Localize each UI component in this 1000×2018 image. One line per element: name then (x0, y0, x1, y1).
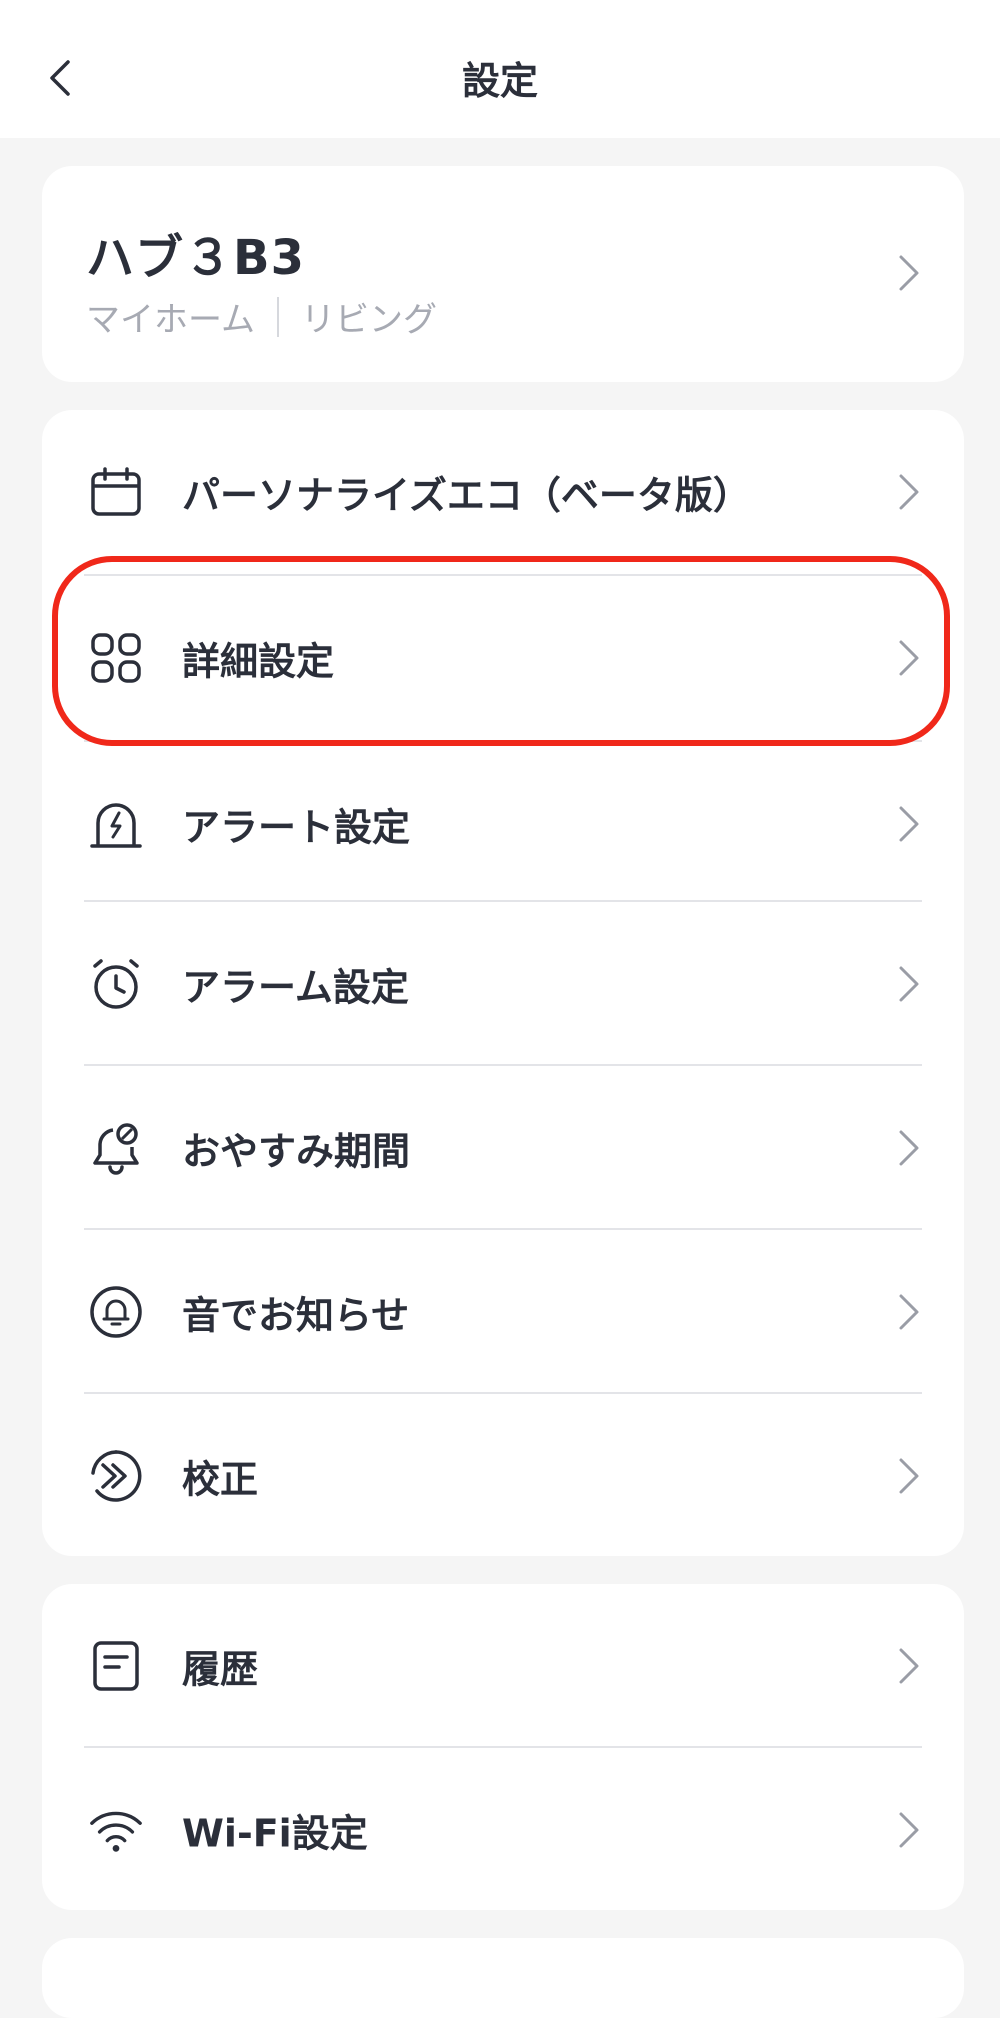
grid-icon (88, 630, 144, 686)
menu-item-wifi-settings[interactable]: Wi-Fi設定 (42, 1748, 964, 1910)
settings-menu-group-3 (42, 1938, 964, 2018)
calendar-icon (88, 464, 144, 520)
calibrate-icon (88, 1448, 144, 1504)
history-doc-icon (88, 1638, 144, 1694)
chevron-right-icon (899, 1812, 919, 1848)
device-home: マイホーム (86, 300, 255, 340)
chevron-right-icon (899, 1294, 919, 1330)
menu-item-label: おやすみ期間 (182, 1129, 411, 1174)
menu-item-label: 校正 (182, 1457, 259, 1502)
device-name: ハブ３B3 (86, 230, 305, 286)
menu-item-label: アラーム設定 (182, 965, 409, 1010)
device-card[interactable]: ハブ３B3 マイホーム リビング (42, 166, 964, 382)
chevron-right-icon (899, 1130, 919, 1166)
location-divider (276, 296, 279, 337)
menu-item-alert-settings[interactable]: アラート設定 (42, 742, 964, 906)
menu-item-label: 詳細設定 (182, 639, 335, 684)
settings-menu-group: パーソナライズエコ（ベータ版） 詳細設定 アラート設定 アラーム設定 おやすみ期… (42, 410, 964, 1556)
top-bar: 設定 (0, 0, 1000, 138)
bell-off-icon (88, 1120, 144, 1176)
alert-siren-icon (88, 796, 144, 852)
menu-item-alarm-settings[interactable]: アラーム設定 (42, 902, 964, 1066)
alarm-clock-icon (88, 956, 144, 1012)
chevron-right-icon (899, 640, 919, 676)
page-title: 設定 (461, 59, 538, 103)
wifi-icon (88, 1802, 144, 1858)
settings-menu-group-2: 履歴 Wi-Fi設定 (42, 1584, 964, 1910)
chevron-right-icon (899, 474, 919, 510)
chevron-right-icon (899, 966, 919, 1002)
device-location: マイホーム リビング (86, 292, 437, 341)
chevron-right-icon (899, 1458, 919, 1494)
menu-item-do-not-disturb[interactable]: おやすみ期間 (42, 1066, 964, 1230)
chevron-right-icon (899, 255, 919, 291)
menu-item-advanced-settings[interactable]: 詳細設定 (42, 576, 964, 740)
menu-item-label: パーソナライズエコ（ベータ版） (182, 473, 751, 518)
menu-item-sound-notification[interactable]: 音でお知らせ (42, 1230, 964, 1394)
menu-item-label: アラート設定 (182, 805, 411, 850)
menu-item-label: Wi-Fi設定 (182, 1811, 368, 1856)
device-room: リビング (300, 300, 437, 340)
menu-item-label: 音でお知らせ (182, 1293, 410, 1338)
menu-item-history[interactable]: 履歴 (42, 1584, 964, 1748)
sound-bell-icon (88, 1284, 144, 1340)
menu-item-personalize-eco[interactable]: パーソナライズエコ（ベータ版） (42, 410, 964, 574)
menu-item-calibration[interactable]: 校正 (42, 1394, 964, 1556)
menu-item-label: 履歴 (182, 1647, 259, 1692)
chevron-right-icon (899, 1648, 919, 1684)
chevron-right-icon (899, 806, 919, 842)
